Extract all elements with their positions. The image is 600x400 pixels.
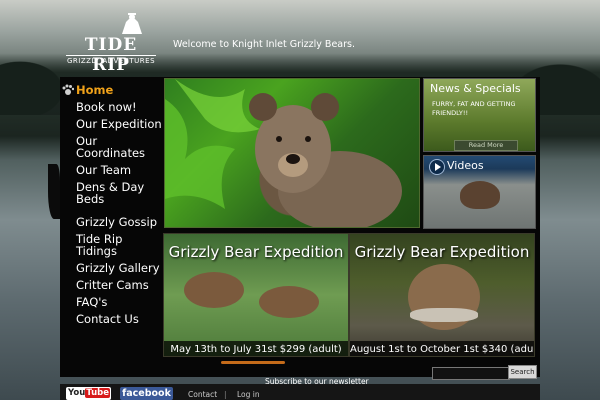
paw-icon: [62, 84, 74, 95]
slider-indicator[interactable]: [221, 361, 285, 364]
nav-our-expedition[interactable]: Our Expedition: [60, 117, 164, 134]
nav-faqs[interactable]: FAQ's: [60, 295, 164, 312]
nav-grizzly-gossip[interactable]: Grizzly Gossip: [60, 215, 164, 232]
nav-critter-cams[interactable]: Critter Cams: [60, 278, 164, 295]
play-icon[interactable]: [429, 159, 445, 175]
expedition-dates-fall: August 1st to October 1st $340 (adult): [350, 344, 535, 355]
salmon-image: [410, 308, 478, 322]
nav-contact-us[interactable]: Contact Us: [60, 312, 164, 329]
facebook-logo-link[interactable]: facebook: [120, 387, 173, 400]
expedition-title-fall: Grizzly Bear Expedition: [354, 243, 530, 261]
read-more-button[interactable]: Read More: [454, 140, 518, 151]
expedition-card-spring[interactable]: Grizzly Bear Expedition May 13th to July…: [163, 233, 349, 357]
nav-home-label: Home: [76, 83, 114, 97]
bear-cubs-image: [184, 272, 244, 308]
hero-bear-image: [164, 78, 420, 231]
nav-grizzly-gallery[interactable]: Grizzly Gallery: [60, 261, 164, 278]
youtube-you-text: You: [68, 388, 86, 398]
orca-fin-image: [48, 164, 60, 219]
expedition-dates-spring: May 13th to July 31st $299 (adult): [170, 344, 342, 355]
grizzly-portrait-illustration: [165, 79, 402, 231]
nav-our-coordinates[interactable]: Our Coordinates: [60, 134, 164, 163]
nav-book-now[interactable]: Book now!: [60, 100, 164, 117]
videos-box[interactable]: Videos: [423, 155, 536, 229]
bear-ranger-icon: [122, 13, 142, 34]
footer-login-link[interactable]: Log in: [237, 390, 260, 399]
search-button[interactable]: Search: [508, 365, 537, 379]
nav-dens-day-beds[interactable]: Dens & Day Beds: [60, 180, 164, 209]
expedition-card-fall[interactable]: Grizzly Bear Expedition August 1st to Oc…: [349, 233, 535, 357]
youtube-logo-link[interactable]: YouTube: [66, 387, 111, 400]
expedition-title-spring: Grizzly Bear Expedition: [168, 243, 344, 261]
footer-contact-link[interactable]: Contact: [188, 390, 217, 399]
news-specials-title: News & Specials: [430, 82, 521, 95]
main-navigation: Home Book now! Our Expedition Our Coordi…: [60, 83, 164, 329]
youtube-tube-text: Tube: [85, 388, 111, 398]
logo-tagline: GRIZZLY ADVENTURES: [66, 55, 156, 65]
video-thumbnail-bear: [460, 181, 500, 209]
nav-our-team[interactable]: Our Team: [60, 163, 164, 180]
bear-cub-image: [259, 286, 319, 318]
search-input[interactable]: [432, 367, 510, 380]
nav-home[interactable]: Home: [60, 83, 164, 100]
news-specials-box[interactable]: News & Specials FURRY, FAT AND GETTING F…: [423, 78, 536, 152]
news-headline: FURRY, FAT AND GETTING FRIENDLY!!: [432, 100, 516, 117]
site-logo[interactable]: TIDE RIP GRIZZLY ADVENTURES: [66, 10, 156, 75]
welcome-message: Welcome to Knight Inlet Grizzly Bears.: [173, 39, 355, 50]
videos-title: Videos: [447, 159, 484, 172]
footer-separator: |: [224, 390, 227, 399]
nav-tide-rip-tidings[interactable]: Tide Rip Tidings: [60, 232, 164, 261]
